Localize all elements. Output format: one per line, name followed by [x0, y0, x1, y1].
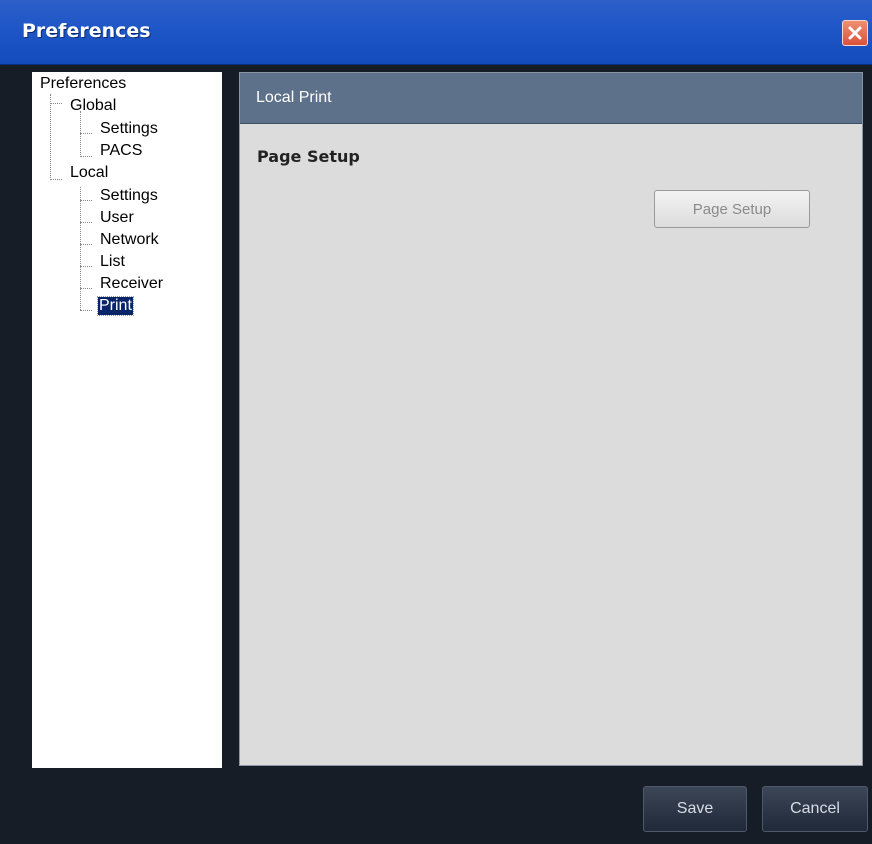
- panel-title: Local Print: [256, 89, 332, 106]
- save-button[interactable]: Save: [643, 786, 747, 832]
- tree-node-local-settings[interactable]: Settings: [100, 187, 158, 205]
- tree-connector-list: [80, 266, 92, 267]
- page-setup-section-title: Page Setup: [257, 147, 360, 166]
- preferences-tree[interactable]: Preferences Global Settings PACS Local S…: [32, 72, 222, 768]
- tree-node-global[interactable]: Global: [70, 97, 116, 115]
- tree-node-list[interactable]: List: [100, 253, 125, 271]
- tree-node-local[interactable]: Local: [70, 164, 108, 182]
- title-bar: Preferences: [0, 0, 872, 65]
- tree-node-print[interactable]: Print: [97, 296, 134, 316]
- tree-node-global-settings[interactable]: Settings: [100, 120, 158, 138]
- preferences-window: Preferences Preferences Global Settings …: [0, 0, 872, 844]
- tree-connector-global-children: [80, 111, 81, 157]
- close-button[interactable]: [842, 20, 868, 46]
- tree-connector-local-settings: [80, 200, 92, 201]
- tree-connector-local-children: [80, 187, 81, 310]
- tree-connector-global: [50, 103, 62, 104]
- tree-connector-local: [50, 179, 62, 180]
- tree-connector-receiver: [80, 288, 92, 289]
- local-print-panel: Local Print Page Setup Page Setup: [239, 72, 863, 766]
- window-title: Preferences: [22, 20, 151, 42]
- page-setup-button[interactable]: Page Setup: [654, 190, 810, 228]
- tree-connector-pacs: [80, 156, 92, 157]
- tree-connector-print: [80, 310, 92, 311]
- tree-connector-user: [80, 222, 92, 223]
- cancel-button[interactable]: Cancel: [762, 786, 868, 832]
- tree-root-preferences[interactable]: Preferences: [40, 75, 126, 93]
- tree-connector-network: [80, 244, 92, 245]
- panel-header: Local Print: [240, 73, 862, 124]
- tree-connector-global-settings: [80, 133, 92, 134]
- tree-node-receiver[interactable]: Receiver: [100, 275, 163, 293]
- close-icon: [848, 26, 862, 40]
- tree-node-network[interactable]: Network: [100, 231, 159, 249]
- tree-connector-root: [50, 94, 51, 180]
- tree-node-pacs[interactable]: PACS: [100, 142, 142, 160]
- tree-node-user[interactable]: User: [100, 209, 134, 227]
